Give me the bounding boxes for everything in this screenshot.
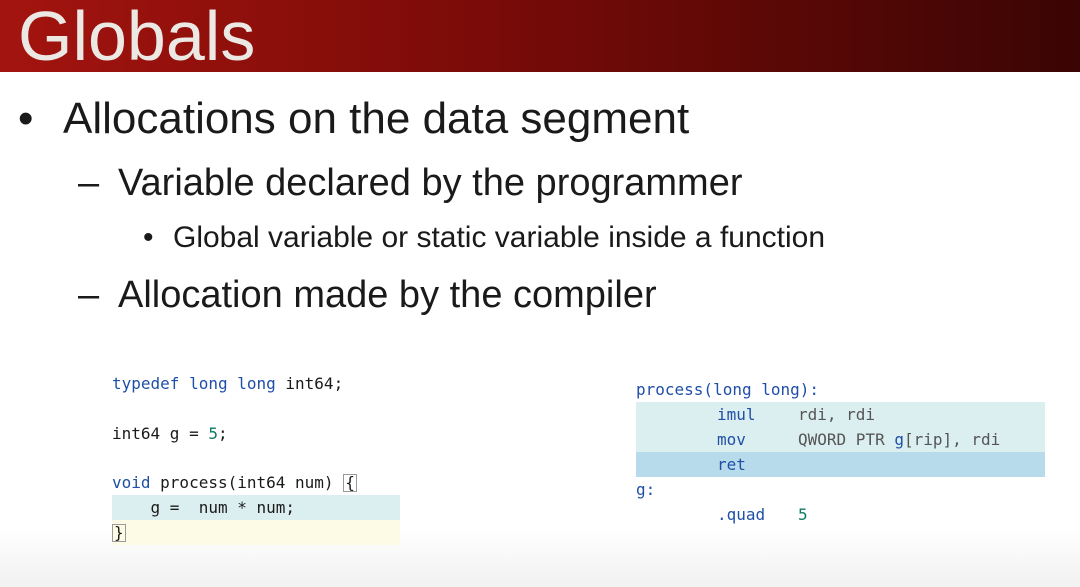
bullet-text: Allocations on the data segment [63, 94, 690, 143]
asm-instruction: imul [717, 405, 756, 424]
dash-icon: – [78, 274, 100, 316]
bullet-dot-icon: • [18, 94, 34, 143]
asm-instruction: mov [717, 430, 746, 449]
slide: Globals • Allocations on the data segment… [0, 0, 1080, 587]
code-line-2: int64 g = 5; [112, 422, 228, 446]
assembly-panel: process(long long): imul rdi, rdi mov QWOR… [636, 378, 1046, 538]
dash-icon: – [78, 162, 100, 204]
code-text: int64 g = [112, 424, 209, 443]
code-text: int64; [275, 374, 344, 393]
source-code-panel: typedef long long int64; int64 g = 5; vo… [112, 372, 402, 547]
code-line-3: void process(int64 num) { [112, 471, 357, 495]
asm-line-quad: .quad 5 [717, 503, 808, 527]
asm-value: 5 [798, 505, 808, 524]
title-bar: Globals [0, 0, 1080, 75]
asm-line-imul: imul rdi, rdi [717, 403, 875, 427]
bullet-data-segment: • Allocations on the data segment [18, 93, 689, 145]
asm-operands: [rip], rdi [903, 430, 1001, 449]
asm-instruction: ret [717, 455, 746, 474]
matched-brace: } [112, 523, 126, 542]
code-keyword: typedef long long [112, 374, 276, 393]
code-number: 5 [208, 424, 218, 443]
code-text: g = num * num; [112, 498, 296, 517]
asm-function-label: process(long long): [636, 380, 820, 399]
subbullet-text: Allocation made by the compiler [118, 274, 657, 316]
code-keyword: void [112, 473, 151, 492]
matched-brace: { [343, 473, 357, 492]
asm-line-mov: mov QWORD PTR g[rip], rdi [717, 428, 1000, 452]
code-line-4: g = num * num; [112, 496, 296, 520]
code-line-5: } [112, 521, 126, 545]
subbullet-text: Variable declared by the programmer [118, 162, 743, 204]
subsubbullet-text: Global variable or static variable insid… [173, 221, 826, 254]
asm-operands: rdi, rdi [798, 405, 876, 424]
asm-selected-line [636, 452, 1045, 477]
slide-title: Globals [18, 0, 256, 75]
subsubbullet-global-static: • Global variable or static variable insi… [143, 220, 825, 256]
code-text: ; [217, 424, 228, 443]
asm-global-label: g: [636, 480, 656, 499]
asm-line-ret: ret [717, 453, 746, 477]
bullet-dot-icon: • [143, 221, 154, 254]
code-text: process(int64 num) [150, 473, 344, 492]
asm-directive: .quad [717, 505, 766, 524]
asm-operands: QWORD PTR [798, 430, 895, 449]
subbullet-programmer: – Variable declared by the programmer [78, 160, 743, 206]
line-highlight [112, 520, 400, 545]
subbullet-compiler: – Allocation made by the compiler [78, 272, 657, 318]
code-line-1: typedef long long int64; [112, 372, 343, 396]
asm-symbol: g [894, 430, 904, 449]
